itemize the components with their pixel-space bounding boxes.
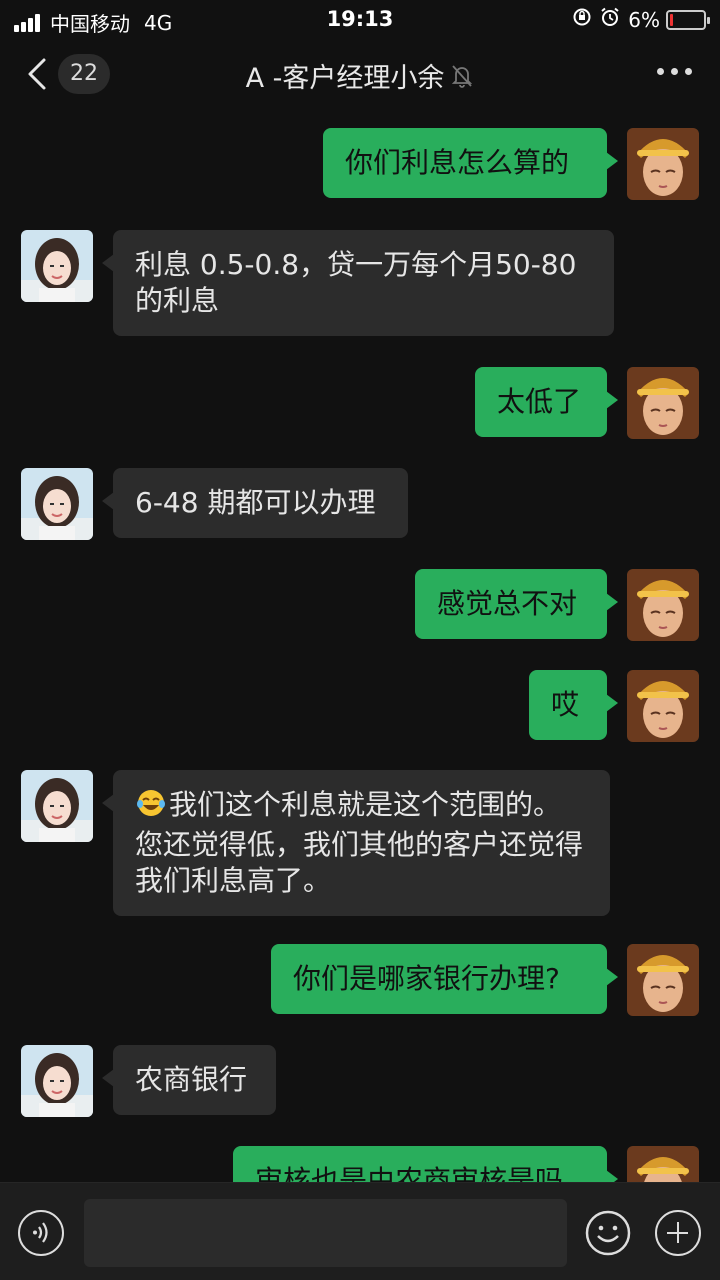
message-text: 太低了: [497, 385, 582, 418]
message-text: 利息 0.5-0.8，贷一万每个月50-80的利息: [135, 248, 577, 317]
message-bubble-received[interactable]: 我们这个利息就是这个范围的。您还觉得低，我们其他的客户还觉得我们利息高了。: [102, 770, 610, 916]
message-text: 审核也是由农商审核是吗: [255, 1164, 564, 1182]
my-avatar[interactable]: [627, 128, 699, 200]
battery-icon: [666, 9, 710, 30]
message-bubble-sent[interactable]: 你们利息怎么算的: [323, 128, 618, 198]
my-avatar[interactable]: [627, 1146, 699, 1182]
contact-avatar[interactable]: [21, 1045, 93, 1117]
my-avatar[interactable]: [627, 944, 699, 1016]
emoji-face-icon: [585, 1210, 631, 1256]
more-button[interactable]: [650, 68, 692, 75]
tears-of-joy-emoji: [135, 788, 167, 827]
chat-title-area: A -客户经理小余: [0, 56, 720, 96]
more-dot: [657, 68, 664, 75]
contact-avatar[interactable]: [21, 468, 93, 540]
alarm-icon: [600, 7, 620, 32]
message-text: 我们这个利息就是这个范围的。您还觉得低，我们其他的客户还觉得我们利息高了。: [135, 788, 584, 897]
contact-avatar[interactable]: [21, 770, 93, 842]
message-input[interactable]: [84, 1199, 567, 1267]
rotation-lock-icon: [572, 7, 592, 32]
input-bar: [0, 1182, 720, 1280]
voice-button[interactable]: [18, 1210, 64, 1256]
message-bubble-received[interactable]: 利息 0.5-0.8，贷一万每个月50-80的利息: [102, 230, 614, 336]
message-text: 感觉总不对: [437, 587, 578, 620]
voice-icon: [33, 1222, 48, 1243]
message-bubble-sent[interactable]: 你们是哪家银行办理?: [271, 944, 618, 1014]
my-avatar[interactable]: [627, 670, 699, 742]
message-bubble-sent[interactable]: 哎: [529, 670, 618, 740]
bell-mute-icon: [450, 63, 474, 96]
message-text: 哎: [551, 688, 580, 721]
message-text: 农商银行: [135, 1063, 248, 1096]
message-text: 你们是哪家银行办理?: [293, 962, 560, 995]
message-bubble-sent[interactable]: 感觉总不对: [415, 569, 618, 639]
emoji-button[interactable]: [585, 1210, 631, 1256]
plus-button[interactable]: [655, 1210, 701, 1256]
my-avatar[interactable]: [627, 367, 699, 439]
chat-header: 22 A -客户经理小余: [0, 38, 720, 110]
message-text: 你们利息怎么算的: [345, 146, 570, 179]
message-bubble-received[interactable]: 农商银行: [102, 1045, 276, 1115]
more-dot: [685, 68, 692, 75]
message-bubble-sent[interactable]: 审核也是由农商审核是吗: [233, 1146, 618, 1182]
message-bubble-sent[interactable]: 太低了: [475, 367, 618, 437]
message-text: 6-48 期都可以办理: [135, 486, 376, 519]
more-dot: [671, 68, 678, 75]
status-right: 6%: [572, 7, 710, 32]
my-avatar[interactable]: [627, 569, 699, 641]
message-list[interactable]: 你们利息怎么算的 利息 0.5-0.8，贷一万每个月50-80的利息 太低了 6…: [0, 110, 720, 1182]
battery-percent: 6%: [628, 7, 660, 32]
chat-title: A -客户经理小余: [245, 63, 445, 94]
message-bubble-received[interactable]: 6-48 期都可以办理: [102, 468, 408, 538]
status-bar: 中国移动 4G 19:13 6%: [0, 0, 720, 38]
contact-avatar[interactable]: [21, 230, 93, 302]
